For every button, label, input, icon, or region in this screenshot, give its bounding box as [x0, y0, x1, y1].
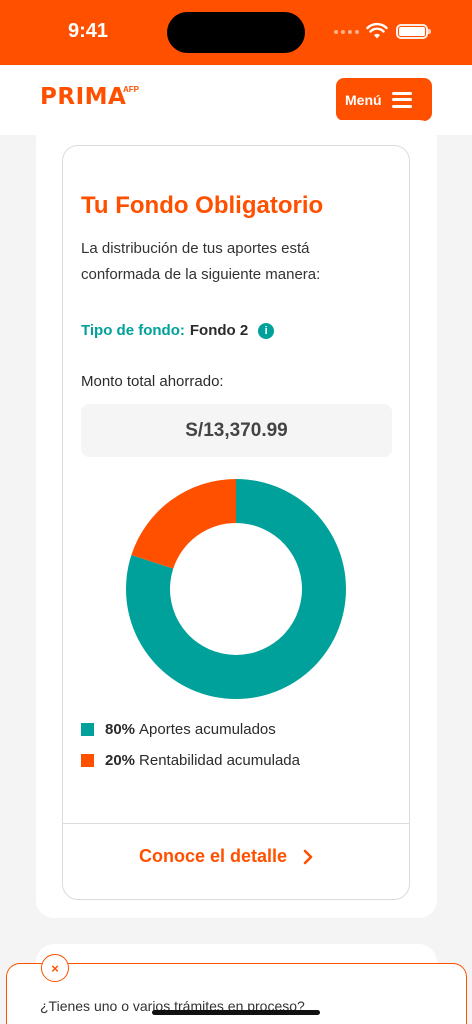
fund-type-value: Fondo 2	[189, 322, 249, 339]
chart-legend: 80% Aportes acumulados 20% Rentabilidad …	[81, 714, 300, 776]
legend-percent: 20%	[105, 752, 136, 769]
detail-link-label: Conoce el detalle	[139, 846, 288, 866]
donut-chart	[126, 479, 346, 699]
logo-afp-suffix: AFP	[123, 85, 139, 94]
menu-label: Menú	[345, 91, 382, 108]
card-divider	[63, 823, 409, 824]
legend-swatch	[81, 754, 94, 767]
total-amount: S/13,370.99	[81, 404, 392, 457]
legend-percent: 80%	[105, 721, 136, 738]
info-icon[interactable]: i	[258, 322, 275, 339]
legend-label: Aportes acumulados	[139, 721, 276, 738]
total-label: Monto total ahorrado:	[81, 373, 224, 390]
detail-link[interactable]: Conoce el detalle	[139, 846, 313, 867]
battery-icon	[396, 24, 431, 39]
fund-type-label: Tipo de fondo:	[81, 322, 185, 339]
dynamic-island	[167, 12, 305, 53]
menu-button[interactable]: Menú	[336, 78, 432, 121]
legend-item-aportes: 80% Aportes acumulados	[81, 714, 300, 745]
chevron-right-icon	[303, 849, 313, 864]
status-bar: 9:41	[0, 0, 472, 65]
home-indicator[interactable]	[152, 1010, 320, 1015]
hamburger-icon	[391, 91, 412, 108]
donut-slice-rentabilidad-acumulada	[131, 479, 236, 569]
cellular-signal-icon	[334, 30, 359, 34]
wifi-icon	[366, 22, 388, 39]
fund-card: Tu Fondo Obligatorio La distribución de …	[62, 145, 410, 900]
legend-swatch	[81, 723, 94, 736]
card-description: La distribución de tus aportes está conf…	[81, 240, 321, 283]
card-title: Tu Fondo Obligatorio	[81, 192, 324, 219]
legend-label: Rentabilidad acumulada	[139, 752, 300, 769]
status-time: 9:41	[68, 20, 109, 42]
fund-type: Tipo de fondo: Fondo 2 i	[81, 322, 275, 339]
legend-item-rentabilidad: 20% Rentabilidad acumulada	[81, 745, 300, 776]
close-icon[interactable]: ×	[41, 954, 69, 982]
prima-logo[interactable]: PRIMA	[40, 84, 126, 110]
